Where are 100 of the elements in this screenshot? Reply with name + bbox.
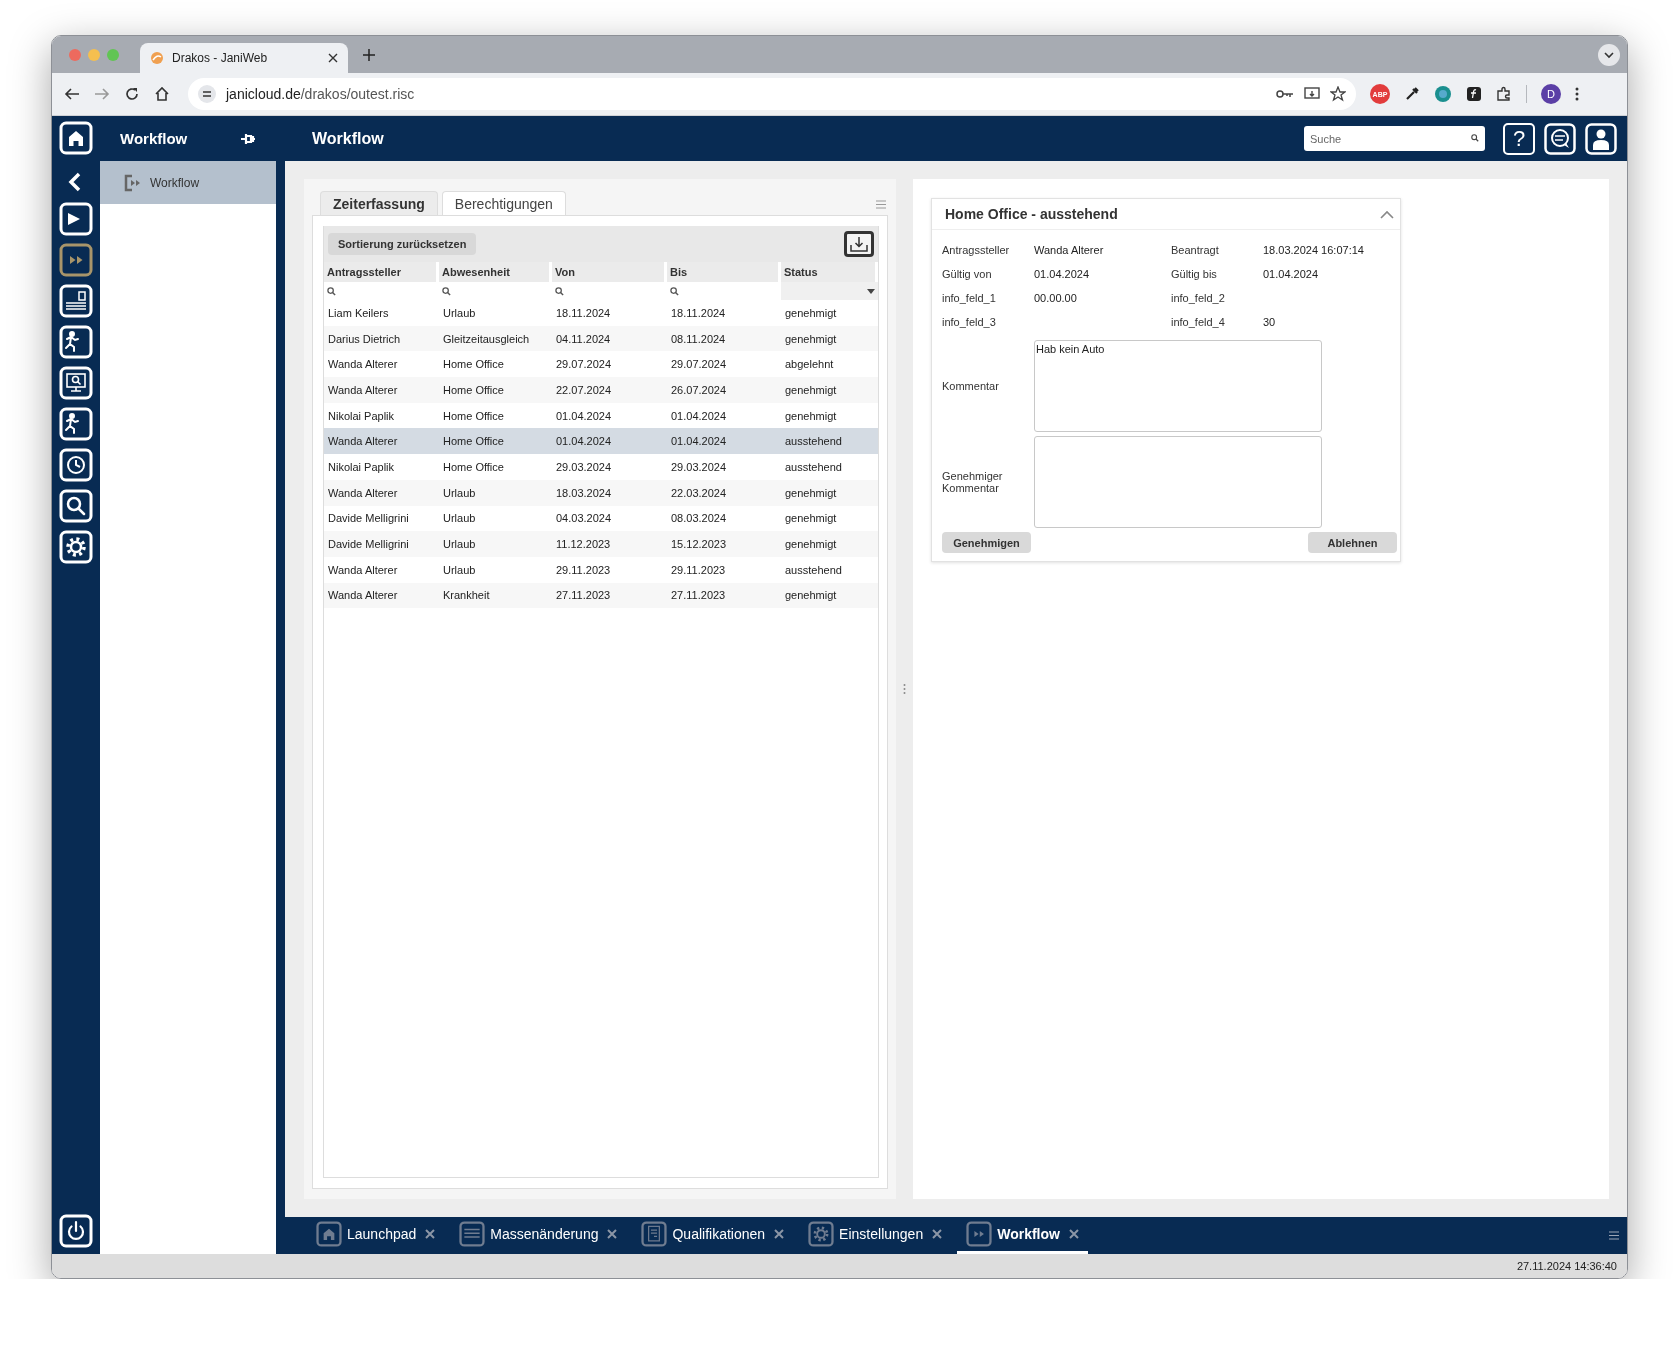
column-header[interactable]: Antragssteller	[324, 262, 439, 282]
clock-icon[interactable]	[59, 448, 93, 482]
tab[interactable]: Berechtigungen	[441, 191, 566, 215]
search-icon[interactable]	[59, 489, 93, 523]
column-header[interactable]: Status	[781, 262, 878, 282]
approve-button[interactable]: Genehmigen	[942, 532, 1031, 553]
column-header[interactable]: Bis	[667, 262, 781, 282]
back-arrow-icon[interactable]	[64, 86, 80, 102]
power-icon[interactable]	[59, 1214, 93, 1248]
search-icon	[327, 286, 336, 296]
table-row[interactable]: Wanda Alterer Home Office 22.07.2024 26.07.2024 genehmigt	[324, 377, 878, 403]
reject-button[interactable]: Ablehnen	[1308, 532, 1397, 553]
runner-icon[interactable]	[59, 407, 93, 441]
table-cell-text: ausstehend	[784, 563, 843, 576]
gear-icon[interactable]	[59, 530, 93, 564]
close-icon[interactable]	[328, 53, 338, 63]
search-field[interactable]: Suche	[1304, 126, 1485, 151]
help-button[interactable]: ?	[1503, 122, 1535, 155]
table-row[interactable]: Davide Melligrini Urlaub 11.12.2023 15.12.2023 genehmigt	[324, 531, 878, 557]
fast-forward-icon[interactable]	[59, 243, 93, 277]
field-value: 30	[1263, 316, 1277, 328]
table-cell-text: 29.07.2024	[555, 358, 613, 371]
column-header[interactable]: Von	[552, 262, 667, 282]
table-cell-text: Home Office	[442, 460, 505, 473]
table-row[interactable]: Darius Dietrich Gleitzeitausgleich 04.11.2024 08.11.2024 genehmigt	[324, 325, 878, 352]
table-cell-text: 22.03.2024	[670, 486, 728, 499]
close-icon[interactable]	[773, 1228, 786, 1240]
table-icon	[458, 1221, 487, 1247]
table-row[interactable]: Wanda Alterer Krankheit 27.11.2023 27.11.2023 genehmigt	[324, 582, 878, 609]
table-cell-text: genehmigt	[784, 306, 838, 319]
comment-field[interactable]	[1034, 436, 1322, 528]
table-cell-text: 29.11.2023	[670, 563, 727, 576]
sidebar-item[interactable]: Workflow	[100, 161, 276, 204]
eyedropper-icon[interactable]	[1404, 86, 1420, 102]
search-icon	[670, 286, 679, 296]
table-cell-text: genehmigt	[784, 332, 838, 345]
table-row[interactable]: Wanda Alterer Urlaub 18.03.2024 22.03.2024 genehmigt	[324, 479, 878, 506]
monitor-icon[interactable]	[59, 366, 93, 400]
table-cell-text: Nikolai Paplik	[327, 409, 396, 422]
table-cell-text: Urlaub	[442, 512, 477, 525]
font-icon[interactable]	[1466, 86, 1482, 102]
play-icon[interactable]	[59, 202, 93, 236]
field-label: Genehmiger Kommentar	[942, 470, 1004, 494]
table-cell-text: 27.11.2023	[670, 589, 727, 602]
table-cell-text: genehmigt	[784, 512, 838, 525]
new-tab-icon[interactable]	[362, 47, 376, 62]
field-value: 01.04.2024	[1263, 268, 1320, 280]
globe-icon[interactable]	[1434, 85, 1452, 103]
reload-icon[interactable]	[124, 86, 140, 102]
download-icon	[850, 236, 868, 252]
table-cell-text: genehmigt	[784, 383, 838, 396]
table-cell-text: Wanda Alterer	[327, 589, 399, 602]
pin-icon[interactable]	[240, 131, 256, 146]
field-label: Gültig von	[942, 268, 993, 280]
table-cell-text: 01.04.2024	[555, 435, 613, 448]
field-label: Gültig bis	[1171, 268, 1218, 280]
reset-button[interactable]: Sortierung zurücksetzen	[328, 233, 477, 255]
comment-field[interactable]: Hab kein Auto	[1034, 340, 1322, 432]
star-icon[interactable]	[1330, 86, 1346, 102]
table-cell-text: Urlaub	[442, 563, 477, 576]
runner-icon[interactable]	[59, 325, 93, 359]
user-icon[interactable]	[1585, 122, 1617, 155]
install-icon[interactable]	[1304, 86, 1320, 102]
browser-tab[interactable]: Drakos - JaniWeb	[140, 43, 348, 73]
chevron-up-icon[interactable]	[1380, 209, 1394, 219]
tab[interactable]: Launchpad	[307, 1217, 445, 1254]
field-value: Wanda Alterer	[1034, 244, 1105, 256]
table-cell-text: 15.12.2023	[670, 538, 728, 551]
search-icon	[1471, 134, 1479, 142]
home-icon[interactable]	[154, 86, 170, 102]
puzzle-icon[interactable]	[1496, 86, 1512, 102]
address-bar[interactable]: janicloud.de/drakos/outest.risc	[188, 78, 1356, 110]
tab[interactable]: Massenänderung	[450, 1217, 627, 1254]
field-value: 00.00.00	[1034, 292, 1078, 304]
dropdown-icon[interactable]	[1597, 42, 1621, 67]
close-icon[interactable]	[931, 1228, 944, 1240]
table-cell-text: 29.03.2024	[670, 460, 728, 473]
download-button[interactable]	[844, 231, 874, 257]
tab[interactable]: Einstellungen	[799, 1217, 952, 1254]
menu-icon[interactable]	[1575, 87, 1579, 101]
close-icon[interactable]	[1067, 1228, 1080, 1240]
tab[interactable]: Qualifikationen	[632, 1217, 794, 1254]
menu-icon[interactable]	[1609, 1231, 1619, 1240]
chat-icon[interactable]	[1544, 122, 1576, 155]
page-title: Workflow	[312, 129, 385, 148]
table-cell-text: 01.04.2024	[670, 409, 728, 422]
profile-avatar[interactable]: D	[1541, 84, 1561, 104]
close-icon[interactable]	[424, 1228, 437, 1240]
tab[interactable]: Zeiterfassung	[320, 191, 438, 215]
table-row[interactable]: Wanda Alterer Home Office 01.04.2024 01.04.2024 ausstehend	[324, 428, 878, 455]
table-cell-text: 18.03.2024	[555, 486, 613, 499]
column-header[interactable]: Abwesenheit	[439, 262, 552, 282]
close-icon[interactable]	[606, 1228, 619, 1240]
table-cell-text: Darius Dietrich	[327, 332, 402, 345]
table-cell-text: Urlaub	[442, 306, 477, 319]
table-cell-text: 26.07.2024	[670, 383, 728, 396]
table-cell-text: 18.11.2024	[670, 306, 727, 319]
splitter-handle-icon[interactable]	[903, 683, 906, 695]
id-card-icon[interactable]	[59, 284, 93, 318]
site-icon	[150, 51, 164, 65]
